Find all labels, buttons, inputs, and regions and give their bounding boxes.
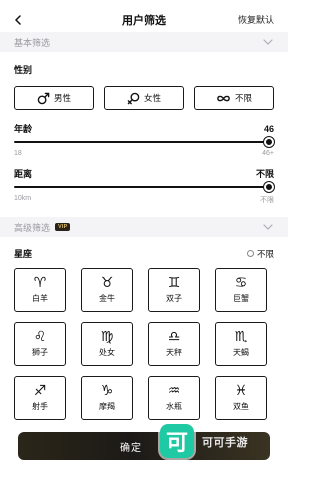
zodiac-item-virgo[interactable]: ♍ 处女 [81,322,133,366]
watermark-logo-icon: 可 [160,424,194,458]
aquarius-icon: ♒ [167,383,181,399]
radio-icon[interactable] [246,250,254,257]
gemini-icon: ♊ [167,275,181,291]
zodiac-name: 双鱼 [233,402,249,411]
gender-any-label: 不限 [234,93,252,103]
sagittarius-icon: ♐ [33,383,47,399]
zodiac-grid: ♈ 白羊 ♉ 金牛 ♊ 双子 ♋ 巨蟹 ♌ 狮子 ♍ 处女 ♎ 天秤 ♏ 天蝎 ♐ 射手 ♑ 摩羯 … [0,268,288,420]
back-arrow-icon[interactable] [10,12,26,28]
leo-icon: ♌ [33,329,47,345]
gender-female-label: 女性 [143,93,161,103]
scorpio-icon: ♏ [234,329,248,345]
page-title: 用户筛选 [122,15,166,27]
zodiac-name: 射手 [32,402,48,411]
zodiac-item-scorpio[interactable]: ♏ 天蝎 [215,322,267,366]
zodiac-item-aries[interactable]: ♈ 白羊 [14,268,66,312]
distance-min-label: 10km [14,195,32,202]
age-header: 年龄 46 [0,122,288,135]
zodiac-no-limit-label: 不限 [256,248,274,259]
distance-value: 不限 [255,169,274,179]
distance-slider-handle[interactable] [264,182,274,192]
zodiac-no-limit-option[interactable]: 不限 [246,248,274,260]
status-bar [0,0,288,8]
pisces-icon: ♓ [234,383,248,399]
aries-icon: ♈ [33,275,47,291]
capricorn-icon: ♑ [100,383,114,399]
cancer-icon: ♋ [234,275,248,291]
gender-male-label: 男性 [53,93,71,103]
chevron-down-icon[interactable] [262,36,274,48]
zodiac-item-sagittarius[interactable]: ♐ 射手 [14,376,66,420]
age-range: 18 46+ [0,150,288,157]
age-value: 46 [263,123,274,134]
zodiac-item-taurus[interactable]: ♉ 金牛 [81,268,133,312]
watermark-logo-char: 可 [165,430,188,455]
distance-range: 10km 不限 [0,195,288,205]
zodiac-item-pisces[interactable]: ♓ 双鱼 [215,376,267,420]
watermark-text: 可可手游 [202,437,248,449]
zodiac-name: 双子 [166,294,182,303]
zodiac-name: 水瓶 [166,402,182,411]
gender-male-button[interactable]: 男性 [14,86,94,110]
distance-max-label: 不限 [260,197,274,204]
age-min-label: 18 [14,150,22,157]
zodiac-item-leo[interactable]: ♌ 狮子 [14,322,66,366]
gender-label: 性别 [14,65,33,75]
zodiac-name: 白羊 [32,294,48,303]
reset-button[interactable]: 恢复默认 [238,13,274,26]
age-label: 年龄 [14,124,33,134]
zodiac-label: 星座 [14,249,33,259]
zodiac-name: 巨蟹 [233,294,249,303]
distance-header: 距离 不限 [0,167,288,180]
basic-filter-title: 基本筛选 [14,37,51,48]
chevron-down-icon[interactable] [262,221,274,233]
advanced-filter-title: 高级筛选 VIP [14,221,71,234]
infinity-icon [216,94,231,103]
nav-bar: 用户筛选 恢复默认 [0,8,288,32]
age-max-label: 46+ [262,150,274,157]
zodiac-item-capricorn[interactable]: ♑ 摩羯 [81,376,133,420]
distance-slider-track [14,186,269,188]
gender-options: 男性 女性 不限 [0,86,288,110]
zodiac-item-libra[interactable]: ♎ 天秤 [148,322,200,366]
zodiac-item-aquarius[interactable]: ♒ 水瓶 [148,376,200,420]
gender-any-button[interactable]: 不限 [194,86,274,110]
distance-slider[interactable] [14,182,274,192]
vip-badge: VIP [55,223,71,231]
zodiac-header: 星座 不限 [0,247,288,260]
age-slider-handle[interactable] [264,137,274,147]
zodiac-name: 天秤 [166,348,182,357]
advanced-filter-label: 高级筛选 [14,222,51,233]
confirm-label: 确定 [120,442,142,454]
zodiac-name: 天蝎 [233,348,249,357]
libra-icon: ♎ [167,329,181,345]
male-icon [37,92,50,105]
age-slider[interactable] [14,137,274,147]
zodiac-item-cancer[interactable]: ♋ 巨蟹 [215,268,267,312]
basic-filter-header[interactable]: 基本筛选 [0,32,288,52]
age-slider-track [14,141,269,143]
zodiac-name: 处女 [99,348,115,357]
zodiac-name: 金牛 [99,294,115,303]
advanced-filter-header[interactable]: 高级筛选 VIP [0,217,288,237]
taurus-icon: ♉ [100,275,114,291]
gender-female-button[interactable]: 女性 [104,86,184,110]
virgo-icon: ♍ [100,329,114,345]
female-icon [127,92,140,105]
zodiac-name: 狮子 [32,348,48,357]
zodiac-name: 摩羯 [99,402,115,411]
distance-label: 距离 [14,169,33,179]
zodiac-item-gemini[interactable]: ♊ 双子 [148,268,200,312]
